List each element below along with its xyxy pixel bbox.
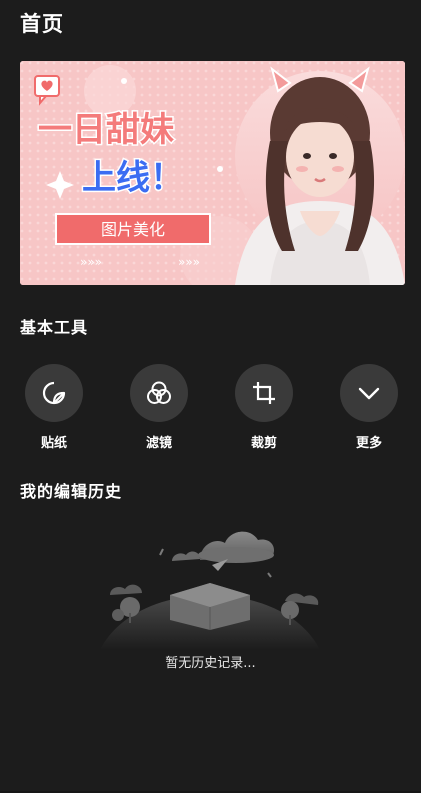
banner-headline-2: 上线！ xyxy=(82,158,184,198)
tool-more-label: 更多 xyxy=(355,436,382,451)
banner-headline-1: 一日甜妹 xyxy=(38,110,174,150)
tool-more[interactable]: 更多 xyxy=(329,364,409,451)
tool-sticker-label: 贴纸 xyxy=(40,436,67,451)
page-title: 首页 xyxy=(20,12,64,36)
tool-more-circle[interactable] xyxy=(340,364,398,422)
tool-filter-circle[interactable] xyxy=(130,364,188,422)
crop-icon xyxy=(253,382,275,404)
tool-sticker-circle[interactable] xyxy=(25,364,83,422)
tool-filter[interactable]: 滤镜 xyxy=(119,364,199,451)
sticker-icon xyxy=(42,381,66,405)
svg-text:»»»: »»» xyxy=(178,255,200,269)
promo-banner[interactable]: »»» »»» 一日甜妹 上线！ 图片美化 xyxy=(20,61,405,285)
tools-section-title: 基本工具 xyxy=(20,318,89,337)
empty-history-illustration xyxy=(100,531,320,650)
banner-cta-label: 图片美化 xyxy=(101,220,165,239)
empty-history-text: 暂无历史记录... xyxy=(165,656,256,671)
filter-icon xyxy=(147,381,171,404)
tools-row: 贴纸 滤镜 裁剪 更多 xyxy=(20,364,405,454)
tool-filter-label: 滤镜 xyxy=(145,436,172,451)
tool-crop-circle[interactable] xyxy=(235,364,293,422)
chevron-down-icon xyxy=(358,387,380,400)
tool-crop[interactable]: 裁剪 xyxy=(224,364,304,451)
banner-artwork: »»» »»» 一日甜妹 上线！ 图片美化 xyxy=(20,61,405,285)
tool-sticker[interactable]: 贴纸 xyxy=(14,364,94,451)
tool-crop-label: 裁剪 xyxy=(250,436,277,451)
history-section-title: 我的编辑历史 xyxy=(20,482,123,501)
svg-text:»»»: »»» xyxy=(80,255,102,269)
